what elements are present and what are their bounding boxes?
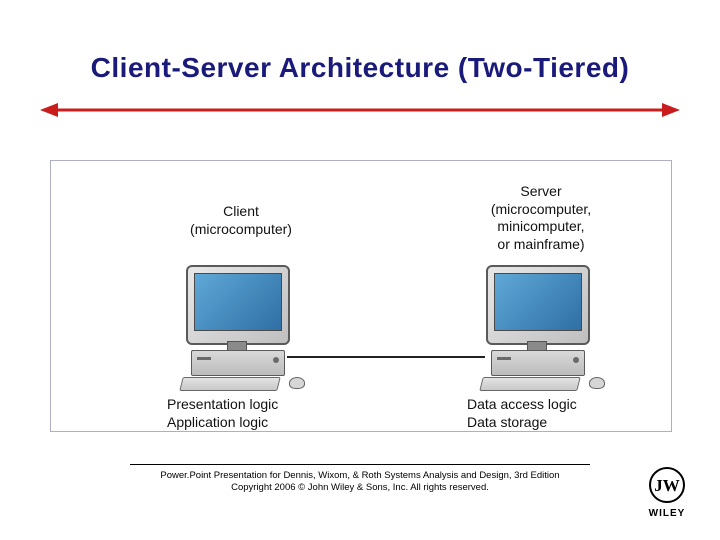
power-button-icon (573, 357, 579, 363)
divider-arrow-icon (40, 100, 680, 120)
drive-slot-icon (497, 357, 511, 360)
connection-line-icon (287, 356, 485, 358)
screen-icon (494, 273, 582, 331)
desktop-case-icon (191, 350, 285, 376)
wiley-logo: JW WILEY (632, 464, 702, 522)
server-caption: Server (microcomputer, minicomputer, or … (461, 183, 621, 253)
monitor-icon (186, 265, 290, 345)
client-logic-line2: Application logic (167, 414, 268, 430)
slide: Client-Server Architecture (Two-Tiered) … (0, 0, 720, 540)
svg-text:JW: JW (654, 476, 680, 495)
client-caption: Client (microcomputer) (171, 203, 311, 238)
server-caption-line2: (microcomputer, (491, 201, 591, 217)
footer-line1: Power.Point Presentation for Dennis, Wix… (160, 470, 559, 481)
screen-icon (194, 273, 282, 331)
mouse-icon (589, 377, 605, 389)
footer-text: Power.Point Presentation for Dennis, Wix… (130, 470, 590, 494)
drive-slot-icon (197, 357, 211, 360)
diagram-frame: Client (microcomputer) Server (microcomp… (50, 160, 672, 432)
mouse-icon (289, 377, 305, 389)
client-caption-line2: (microcomputer) (190, 221, 292, 237)
power-button-icon (273, 357, 279, 363)
server-logic: Data access logic Data storage (467, 395, 577, 431)
keyboard-icon (179, 377, 280, 391)
wiley-mark-icon: JW (646, 464, 688, 506)
footer-line2: Copyright 2006 © John Wiley & Sons, Inc.… (231, 482, 489, 493)
server-logic-line2: Data storage (467, 414, 547, 430)
wiley-brand-text: WILEY (632, 508, 702, 519)
server-caption-line3: minicomputer, (497, 218, 584, 234)
server-caption-line1: Server (520, 183, 561, 199)
footer-divider (130, 464, 590, 465)
server-computer-icon (461, 265, 611, 385)
client-computer-icon (161, 265, 311, 385)
client-logic: Presentation logic Application logic (167, 395, 278, 431)
desktop-case-icon (491, 350, 585, 376)
page-title: Client-Server Architecture (Two-Tiered) (0, 52, 720, 84)
server-caption-line4: or mainframe) (497, 236, 584, 252)
server-logic-line1: Data access logic (467, 396, 577, 412)
monitor-icon (486, 265, 590, 345)
client-logic-line1: Presentation logic (167, 396, 278, 412)
client-caption-line1: Client (223, 203, 259, 219)
keyboard-icon (479, 377, 580, 391)
